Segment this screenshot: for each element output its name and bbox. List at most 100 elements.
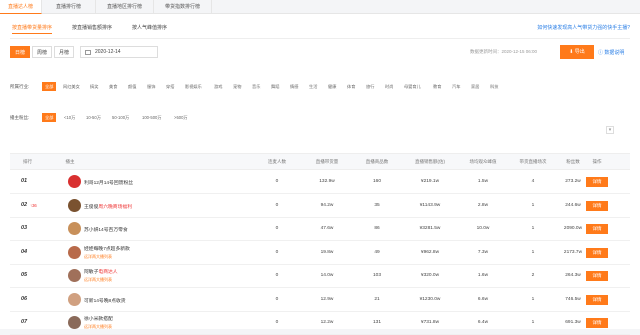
anchor-name[interactable]: 利哥12月14号回馈粉丝: [84, 179, 133, 186]
lianmai-cell: 0: [275, 273, 279, 278]
industry-chip[interactable]: 全部: [42, 82, 57, 91]
date-picker[interactable]: 2020-12-14: [80, 46, 158, 58]
lianmai-cell: 0: [275, 179, 279, 184]
industry-chip[interactable]: 舞蹈: [271, 82, 279, 91]
industry-chip[interactable]: 教育: [433, 82, 441, 91]
anchor-name[interactable]: 徐小米款搭配: [84, 315, 113, 322]
table-header: 排行 播主 连麦人数 直播带货量 直播商品数 直播销售额(估) 场均观众峰值 带…: [10, 153, 630, 170]
industry-chip[interactable]: 搞笑: [90, 82, 98, 91]
help-link[interactable]: 如何快速发现高人气带货力强的快手主播?: [537, 24, 630, 31]
industry-chip[interactable]: 宠物: [233, 82, 241, 91]
week-button[interactable]: 周榜: [32, 46, 52, 58]
avatar[interactable]: [68, 222, 81, 235]
industry-chip[interactable]: 颜值: [128, 82, 136, 91]
industry-chip[interactable]: 生活: [309, 82, 317, 91]
avatar[interactable]: [68, 245, 81, 259]
avatar[interactable]: [68, 175, 81, 188]
detail-button[interactable]: 详情: [586, 200, 608, 211]
industry-chip[interactable]: 健康: [328, 82, 336, 91]
industry-chip[interactable]: 穿搭: [166, 82, 174, 91]
industry-chip[interactable]: 旅行: [366, 82, 374, 91]
calendar-icon: [85, 50, 91, 55]
detail-button[interactable]: 详情: [586, 294, 608, 305]
detail-button[interactable]: 详情: [586, 177, 608, 187]
col-sessions[interactable]: 带货直播场次: [508, 154, 558, 169]
detail-button[interactable]: 详情: [586, 247, 608, 258]
fans-chip[interactable]: <10万: [64, 113, 75, 122]
subtab-by-popularity[interactable]: 按人气峰值排序: [132, 24, 167, 31]
day-button[interactable]: 日榜: [10, 46, 30, 58]
fans-chip[interactable]: 10-50万: [86, 113, 101, 122]
fans-cell: 746.5w: [565, 296, 581, 302]
anchor-sub: 远洋两大播列表: [84, 253, 112, 259]
industry-chip[interactable]: 汽车: [452, 82, 460, 91]
anchor-name[interactable]: 王俊俊周六晚商场福利: [84, 203, 132, 210]
fans-chip[interactable]: >500万: [174, 113, 188, 122]
rank-change: ↑36: [30, 202, 37, 208]
col-peak[interactable]: 场均观众峰值: [458, 154, 508, 169]
table-row: 05 阿敏子电商达人 远洋两大播列表 0 14.0w 103 ¥320.0w 1.6w 2 264…: [10, 264, 630, 288]
industry-chip[interactable]: 游戏: [214, 82, 222, 91]
subtab-by-sales[interactable]: 按直播销售额排序: [72, 24, 112, 31]
lianmai-cell: 0: [275, 202, 279, 208]
industry-chip[interactable]: 体育: [347, 82, 355, 91]
export-label: 导出: [574, 49, 585, 55]
anchor-name[interactable]: 阿敏子电商达人: [84, 268, 118, 275]
industry-chip[interactable]: 情感: [290, 82, 298, 91]
col-rank: 排行: [23, 159, 32, 164]
tab-goods-index-ranking[interactable]: 带货指数排行榜: [154, 0, 212, 14]
detail-button[interactable]: 详情: [586, 271, 608, 281]
avatar[interactable]: [68, 198, 81, 212]
table-row: 01 利哥12月14号回馈粉丝 0 132.9w 160 ¥219.1w 1.5w 4 273.…: [10, 170, 630, 194]
fans-label: 播主粉丝:: [10, 115, 30, 120]
industry-chip[interactable]: 家居: [471, 82, 479, 91]
sales-cell: ¥219.1w: [420, 179, 440, 184]
fans-chip[interactable]: 100-500万: [142, 113, 162, 122]
avatar[interactable]: [68, 292, 81, 306]
chevron-down-icon[interactable]: ▾: [606, 126, 614, 134]
tab-region-ranking[interactable]: 直播地区排行榜: [96, 0, 154, 14]
tab-live-ranking[interactable]: 直播排行榜: [42, 0, 96, 14]
avatar[interactable]: [68, 316, 81, 329]
industry-chip[interactable]: 科技: [490, 82, 498, 91]
industry-chip[interactable]: 母婴育儿: [404, 82, 421, 91]
fans-chip[interactable]: 50-100万: [112, 113, 129, 122]
avatar[interactable]: [68, 269, 81, 282]
subtab-by-volume[interactable]: 按直播带货量排序: [12, 24, 53, 34]
col-volume[interactable]: 直播带货量: [302, 154, 352, 169]
col-anchor: 播主: [65, 159, 75, 164]
anchor-name[interactable]: 苏小妍14号百万零食: [84, 226, 128, 233]
volume-cell: 12.2w: [320, 320, 334, 325]
export-button[interactable]: ⬇ 导出: [560, 45, 594, 59]
date-value: 2020-12-14: [95, 49, 121, 55]
detail-button[interactable]: 详情: [586, 224, 608, 234]
industry-chip[interactable]: 时尚: [385, 82, 393, 91]
anchor-name[interactable]: 可新14号晚8点收货: [84, 297, 126, 304]
tab-live-talent[interactable]: 直播达人榜: [0, 0, 42, 14]
anchor-name[interactable]: 娃娃每晚7点超多新款: [84, 245, 130, 252]
detail-button[interactable]: 详情: [586, 318, 608, 328]
goods-cell: 160: [372, 179, 381, 184]
help-label: 数据说明: [604, 50, 625, 56]
peak-cell: 6.4w: [477, 320, 489, 325]
sessions-cell: 1: [531, 296, 535, 302]
fans-chip[interactable]: 全部: [42, 113, 57, 122]
col-lianmai[interactable]: 连麦人数: [252, 154, 302, 169]
peak-cell: 1.5w: [477, 179, 489, 184]
month-button[interactable]: 月榜: [54, 46, 74, 58]
sessions-cell: 4: [531, 179, 535, 184]
industry-chip[interactable]: 服饰: [147, 82, 155, 91]
industry-chip[interactable]: 音乐: [252, 82, 260, 91]
fans-cell: 691.3w: [565, 320, 581, 325]
industry-chip[interactable]: 影视娱乐: [185, 82, 202, 91]
fans-cell: 2090.0w: [563, 226, 583, 231]
col-goods[interactable]: 直播商品数: [352, 154, 402, 169]
sales-cell: ¥1230.0w: [419, 296, 441, 302]
sales-cell: ¥320.0w: [420, 273, 440, 278]
col-sales[interactable]: 直播销售额(估): [402, 154, 458, 169]
rank: 05: [20, 272, 28, 278]
industry-chip[interactable]: 美食: [109, 82, 117, 91]
peak-cell: 1.6w: [477, 273, 489, 278]
industry-chip[interactable]: 网红美女: [63, 82, 80, 91]
data-help-link[interactable]: ⓘ 数据说明: [598, 49, 624, 56]
